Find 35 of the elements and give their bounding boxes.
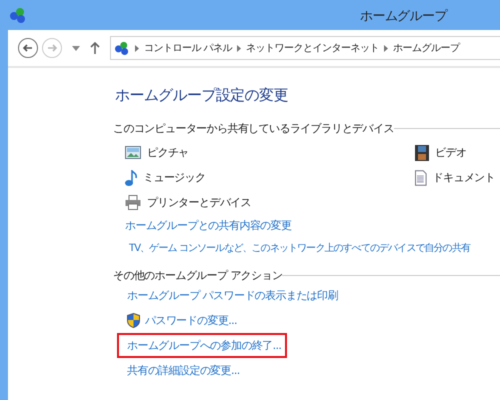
document-icon [415,170,427,186]
address-bar[interactable]: コントロール パネル ネットワークとインターネット ホームグループ [110,36,500,60]
link[interactable]: ホームグループとの共有内容の変更 [115,218,500,233]
library-label: ピクチャ [147,145,189,160]
library-label: ビデオ [435,145,466,160]
film-icon [415,144,429,160]
homegroup-icon [9,7,27,23]
link[interactable]: TV、ゲーム コンソールなど、このネットワーク上のすべてのデバイスで自分の共有 [115,241,500,255]
link[interactable]: ホームグループ パスワードの表示または印刷 [127,288,338,303]
forward-arrow-icon [46,42,58,54]
breadcrumb[interactable]: ネットワークとインターネット [246,41,380,55]
picture-icon [125,146,141,159]
chevron-icon [384,44,388,52]
dropdown-icon[interactable] [72,46,80,50]
library-label: プリンターとデバイス [147,195,252,210]
up-arrow-icon[interactable] [90,42,100,54]
back-button[interactable] [18,38,38,58]
link[interactable]: ホームグループへの参加の終了... [127,338,282,353]
library-label: ドキュメント [432,170,495,185]
page-heading: ホームグループ設定の変更 [115,86,289,106]
library-label: ミュージック [143,170,206,185]
chevron-icon [135,44,139,52]
section-title: その他のホームグループ アクション [113,268,282,283]
link[interactable]: 共有の詳細設定の変更... [127,363,240,378]
breadcrumb[interactable]: コントロール パネル [144,41,232,55]
printer-icon [125,195,141,210]
music-note-icon [125,170,137,186]
back-arrow-icon [22,42,34,54]
window-title: ホームグループ [360,8,447,25]
homegroup-icon [114,41,130,55]
chevron-icon [237,44,242,52]
shield-icon [127,313,140,328]
link[interactable]: パスワードの変更... [145,313,237,328]
breadcrumb[interactable]: ホームグループ [393,41,460,55]
section-title: このコンピューターから共有しているライブラリとデバイス [113,121,394,136]
